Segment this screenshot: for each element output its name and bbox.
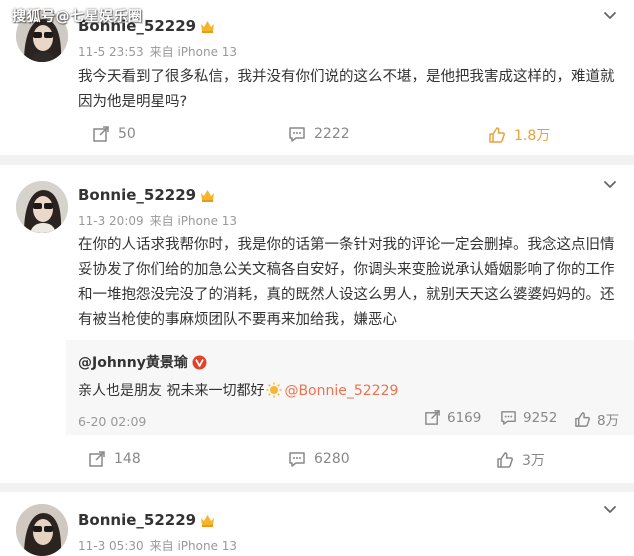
repost-count: 50 <box>118 126 136 142</box>
comment-count: 9252 <box>523 409 558 426</box>
post-card-2: Bonnie_52229 11-3 20:09 来自 iPhone 13 在你的人… <box>0 165 634 483</box>
repost-count: 6169 <box>447 409 482 426</box>
post-text: 我今天看到了很多私信，我并没有你们说的这么不堪，是他把我害成这样的，难道就因为他… <box>78 69 615 110</box>
username[interactable]: Bonnie_52229 <box>78 511 215 531</box>
crown-icon <box>200 188 215 206</box>
username[interactable]: Bonnie_52229 <box>78 186 215 206</box>
post-meta: 11-3 05:30 来自 iPhone 13 <box>78 537 237 554</box>
thumbs-up-icon <box>497 452 513 468</box>
like-count: 8万 <box>597 413 620 429</box>
repost-icon <box>425 410 440 425</box>
like-button[interactable]: 1.8万 <box>480 119 556 149</box>
comment-icon <box>289 127 305 142</box>
repost-text: 亲人也是朋友 祝未来一切都好 @Bonnie_52229 <box>78 380 398 402</box>
chevron-down-icon[interactable] <box>602 502 618 518</box>
repost-button[interactable]: 50 <box>92 125 136 143</box>
repost-icon <box>93 126 109 142</box>
verified-icon <box>192 355 207 374</box>
repost-like-button[interactable]: 8万 <box>574 409 619 429</box>
sun-emoji-icon <box>266 382 282 402</box>
username-text[interactable]: Bonnie_52229 <box>78 511 196 529</box>
repost-author[interactable]: @Johnny黄景瑜 <box>78 352 207 374</box>
post-time: 11-3 05:30 <box>78 539 144 553</box>
repost-repost-button[interactable]: 6169 <box>424 409 481 426</box>
post-source: 来自 iPhone 13 <box>149 45 238 59</box>
post-meta: 11-5 23:53 来自 iPhone 13 <box>78 43 237 60</box>
comment-count: 6280 <box>314 451 350 467</box>
thumbs-up-icon <box>575 411 591 427</box>
crown-icon <box>200 513 215 531</box>
like-count: 1.8万 <box>514 128 551 144</box>
post-card-3: Bonnie_52229 11-3 05:30 来自 iPhone 13 <box>0 492 634 556</box>
chevron-down-icon[interactable] <box>602 8 618 24</box>
mention-link[interactable]: @Bonnie_52229 <box>284 383 398 399</box>
username-text[interactable]: Bonnie_52229 <box>78 186 196 204</box>
avatar[interactable] <box>16 504 68 556</box>
comment-button[interactable]: 2222 <box>288 125 350 143</box>
like-count: 3万 <box>522 453 545 469</box>
crown-icon <box>200 19 215 37</box>
comment-icon <box>501 411 516 425</box>
comment-button[interactable]: 6280 <box>288 450 350 468</box>
thumbs-up-icon <box>489 127 505 143</box>
post-source: 来自 iPhone 13 <box>149 539 238 553</box>
comment-count: 2222 <box>314 126 350 142</box>
repost-button[interactable]: 148 <box>88 450 141 468</box>
post-source: 来自 iPhone 13 <box>149 214 238 228</box>
comment-icon <box>289 452 305 467</box>
repost-author-name[interactable]: @Johnny黄景瑜 <box>78 355 188 371</box>
like-button[interactable]: 3万 <box>496 450 545 470</box>
repost-time: 6-20 02:09 <box>78 414 147 429</box>
avatar[interactable] <box>16 181 68 233</box>
repost-comment-button[interactable]: 9252 <box>500 409 557 426</box>
chevron-down-icon[interactable] <box>602 177 618 193</box>
post-time: 11-3 20:09 <box>78 214 144 228</box>
repost-text-body: 亲人也是朋友 祝未来一切都好 <box>78 383 265 399</box>
watermark: 搜狐号@七星娱乐圈 <box>12 9 143 25</box>
repost-icon <box>89 451 105 467</box>
post-text: 在你的人话求我帮你时，我是你的话第一条针对我的评论一定会删掉。我念这点旧情妥协发… <box>78 237 615 328</box>
repost-box[interactable]: @Johnny黄景瑜 亲人也是朋友 祝未来一切都好 @Bonnie_52229 6… <box>66 340 634 435</box>
post-time: 11-5 23:53 <box>78 45 144 59</box>
post-meta: 11-3 20:09 来自 iPhone 13 <box>78 212 237 229</box>
repost-count: 148 <box>114 451 141 467</box>
